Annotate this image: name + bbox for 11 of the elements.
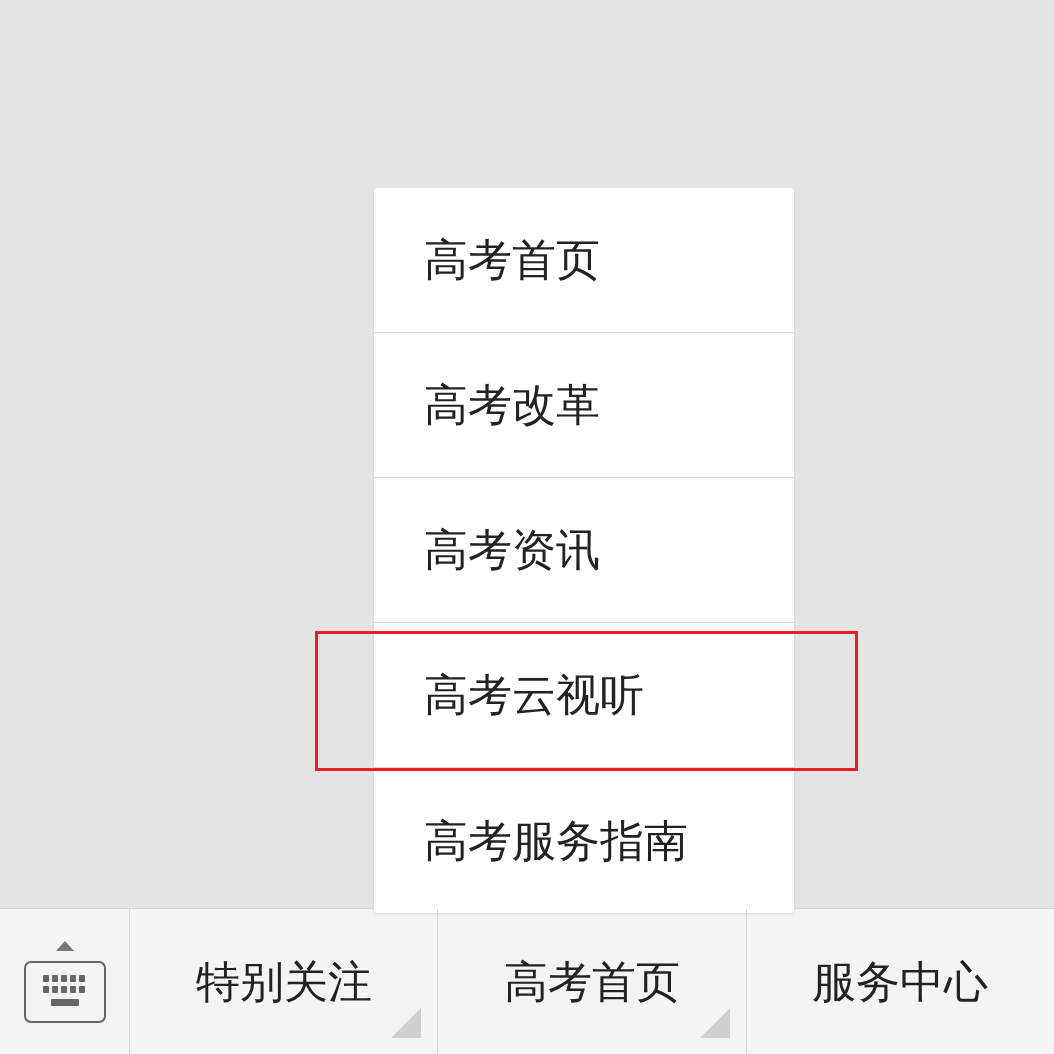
menu-tab[interactable]: 特别关注: [195, 948, 372, 1015]
keyboard-icon: [23, 960, 106, 1023]
caret-up-icon: [55, 940, 74, 951]
menu-item[interactable]: 高考云视听: [424, 662, 644, 728]
menu-item[interactable]: 高考服务指南: [424, 807, 688, 874]
menu-tab[interactable]: 服务中心: [812, 948, 989, 1015]
menu-item[interactable]: 高考首页: [424, 227, 600, 293]
menu-item[interactable]: 高考资讯: [424, 517, 600, 583]
keyboard-toggle-button[interactable]: [23, 940, 106, 1023]
menu-tab[interactable]: 高考首页: [504, 948, 680, 1015]
menu-item[interactable]: 高考改革: [424, 372, 600, 438]
